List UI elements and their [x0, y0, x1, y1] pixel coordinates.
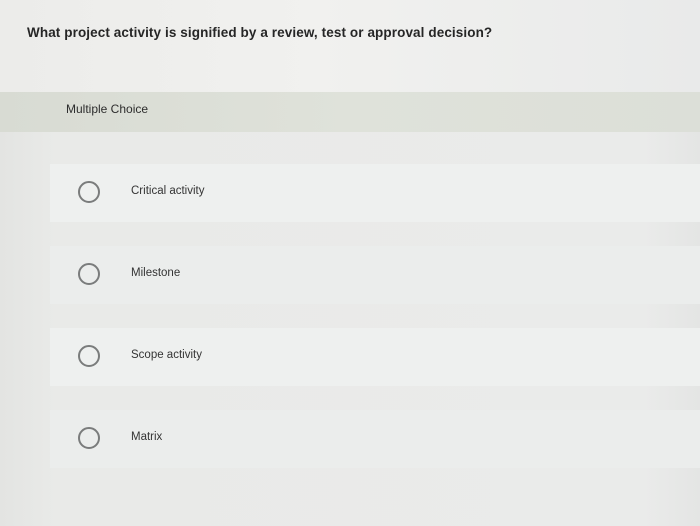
option-matrix[interactable]: Matrix [50, 410, 700, 468]
option-label: Milestone [131, 267, 181, 279]
option-critical-activity[interactable]: Critical activity [50, 164, 700, 222]
options-panel: Critical activity Milestone Scope activi… [0, 132, 700, 526]
option-milestone[interactable]: Milestone [50, 246, 700, 304]
option-label: Scope activity [131, 349, 202, 361]
radio-button-icon[interactable] [78, 345, 100, 367]
radio-button-icon[interactable] [78, 181, 100, 203]
radio-button-icon[interactable] [78, 427, 100, 449]
radio-button-icon[interactable] [78, 263, 100, 285]
option-scope-activity[interactable]: Scope activity [50, 328, 700, 386]
option-label: Critical activity [131, 185, 205, 197]
question-area: What project activity is signified by a … [0, 0, 700, 92]
choice-type-label: Multiple Choice [66, 102, 149, 116]
question-text: What project activity is signified by a … [27, 25, 493, 40]
option-label: Matrix [131, 431, 163, 443]
